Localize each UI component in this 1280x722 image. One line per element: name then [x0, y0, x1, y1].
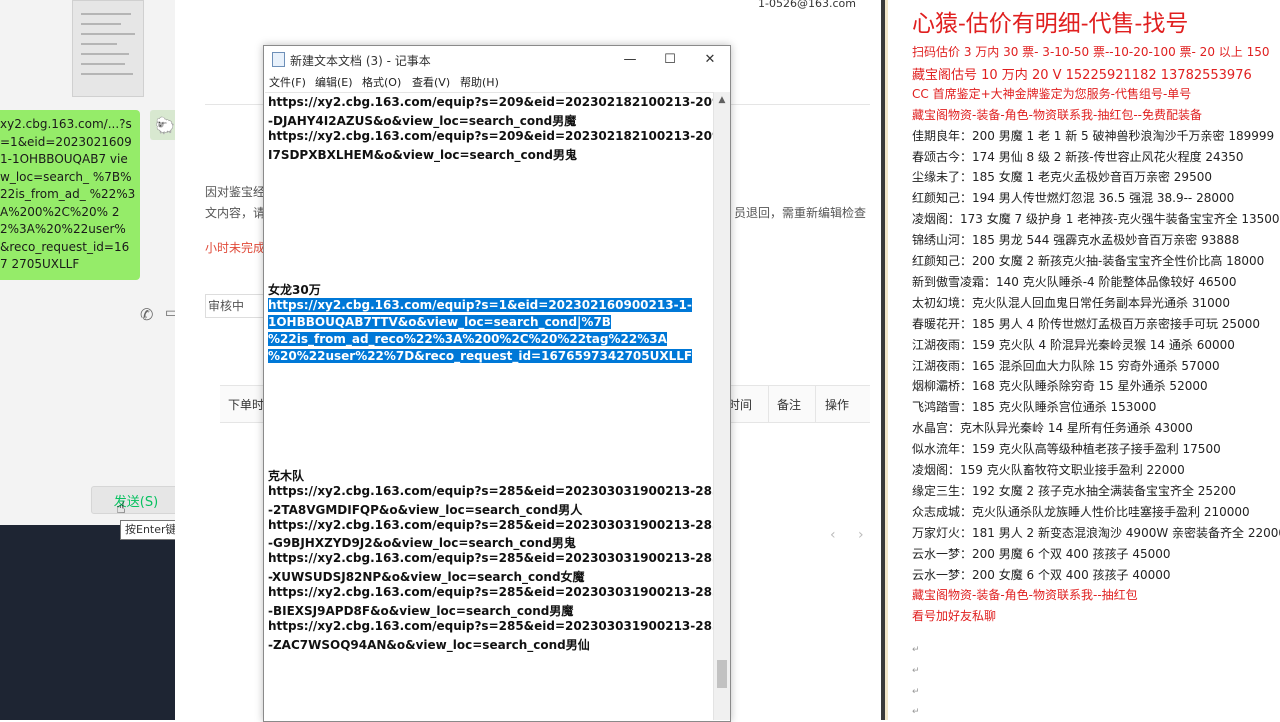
listing-line: CC 首席鉴定+大神金牌鉴定为您服务-代售组号-单号	[912, 86, 1192, 101]
column-header: 备注	[777, 398, 802, 412]
menu-view[interactable]: 查看(V)	[412, 74, 450, 90]
text-line: https://xy2.cbg.163.com/equip?s=209&eid=…	[268, 128, 713, 143]
chevron-right-icon[interactable]: ›	[858, 527, 864, 543]
text-line: https://xy2.cbg.163.com/equip?s=285&eid=…	[268, 551, 713, 566]
listing-line: 藏宝阁估号 10 万内 20 V 15225921182 13782553976	[912, 67, 1252, 83]
text-line: %22is_from_ad_reco%22%3A%200%2C%20%22tag…	[268, 331, 667, 346]
text-line: -G9BJHXZYD9J2&o&view_loc=search_cond男鬼	[268, 536, 576, 551]
phone-icon[interactable]: ✆	[140, 305, 160, 325]
listing-line: 江湖夜雨：165 混杀回血大力队除 15 穷奇外通杀 57000	[912, 358, 1220, 373]
warning-text: 小时未完成	[205, 241, 266, 255]
return-mark-icon: ↵	[912, 707, 920, 717]
listing-line: 藏宝阁物资-装备-角色-物资联系我--抽红包	[912, 588, 1138, 603]
text-line: -DJAHY4I2AZUS&o&view_loc=search_cond男魔	[268, 113, 577, 128]
column-header: 操作	[825, 398, 850, 412]
vertical-scrollbar[interactable]: ▲	[713, 92, 730, 720]
return-mark-icon: ↵	[912, 645, 920, 655]
notepad-app-icon	[272, 52, 285, 67]
menu-help[interactable]: 帮助(H)	[460, 74, 499, 90]
text-line: 克木队	[268, 468, 305, 483]
text-line: I7SDPXBXLHEM&o&view_loc=search_cond男鬼	[268, 147, 577, 162]
listing-line: 新到傲雪凌霜：140 克火队睡杀-4 阶能整体品像较好 46500	[912, 274, 1237, 289]
chat-message-text: xy2.cbg.163.com/...?s=1&eid=2023021609 1…	[0, 117, 136, 271]
listing-line: 万家灯火：181 男人 2 新变态混浪淘沙 4900W 亲密装备齐全 22000…	[912, 525, 1280, 540]
listing-line: 扫码估价 3 万内 30 票- 3-10-50 票--10-20-100 票- …	[912, 45, 1270, 59]
image-thumbnail[interactable]	[72, 0, 144, 97]
selected-text: %20%22user%22%7D&reco_request_id=1676597…	[268, 348, 693, 363]
title-bar[interactable]: 新建文本文档 (3) - 记事本 — ☐ ✕	[264, 46, 730, 73]
listing-line: 锦绣山河：185 男龙 544 强霹克水孟极妙音百万亲密 93888	[912, 233, 1240, 248]
listing-line: 凌烟阁：173 女魔 7 级护身 1 老神孩-克火强牛装备宝宝齐全 13500	[912, 212, 1280, 227]
selected-text: https://xy2.cbg.163.com/equip?s=1&eid=20…	[268, 297, 692, 312]
text-line: https://xy2.cbg.163.com/equip?s=209&eid=…	[268, 95, 713, 109]
listing-line: 佳期良年：200 男魔 1 老 1 新 5 破神兽秒浪淘沙千万亲密 189999	[912, 128, 1275, 143]
mouse-cursor-icon: ☝	[116, 498, 126, 517]
column-header: 下单时	[228, 398, 265, 412]
listing-line: 众志成城：克火队通杀队龙族睡人性价比哇塞接手盈利 210000	[912, 504, 1250, 519]
text-line: https://xy2.cbg.163.com/equip?s=285&eid=…	[268, 517, 713, 532]
text-line: 1OHBBOUQAB7TTV&o&view_loc=search_cond|%7…	[268, 314, 611, 329]
menu-file[interactable]: 文件(F)	[269, 74, 306, 90]
listing-line: 春暖花开：185 男人 4 阶传世燃灯孟极百万亲密接手可玩 25000	[912, 316, 1260, 331]
window-title: 新建文本文档 (3) - 记事本	[290, 54, 431, 68]
listing-line: 飞鸿踏雪：185 克火队睡杀宫位通杀 153000	[912, 400, 1157, 415]
chevron-left-icon[interactable]: ‹	[830, 527, 836, 543]
scroll-up-icon[interactable]: ▲	[714, 92, 730, 108]
listing-line: 水晶宫：克木队异光秦岭 14 星所有任务通杀 43000	[912, 421, 1193, 436]
return-mark-icon: ↵	[912, 666, 920, 676]
listing-line: 红颜知己：194 男人传世燃灯忽混 36.5 强混 38.9-- 28000	[912, 191, 1235, 206]
listing-panel[interactable]: 心猿-估价有明细-代售-找号 扫码估价 3 万内 30 票- 3-10-50 票…	[885, 0, 1280, 720]
menu-edit[interactable]: 编辑(E)	[315, 74, 353, 90]
listing-line: 云水一梦：200 女魔 6 个双 400 孩孩子 40000	[912, 567, 1171, 582]
send-button[interactable]: 发送(S)	[91, 486, 181, 514]
text-line: -BIEXSJ9APD8F&o&view_loc=search_cond男魔	[268, 604, 574, 618]
listing-line: 红颜知己：200 女魔 2 新孩克火抽-装备宝宝齐全性价比高 18000	[912, 254, 1265, 268]
text-editor[interactable]: https://xy2.cbg.163.com/equip?s=209&eid=…	[265, 92, 713, 721]
text-line: https://xy2.cbg.163.com/equip?s=285&eid=…	[268, 618, 713, 633]
panel-title: 心猿-估价有明细-代售-找号	[912, 11, 1189, 37]
notice-text: 文内容，请	[205, 206, 266, 220]
selected-text: 1OHBBOUQAB7TTV&o&view_loc=search_cond|%7…	[268, 314, 611, 329]
menu-bar: 文件(F) 编辑(E) 格式(O) 查看(V) 帮助(H)	[264, 73, 730, 92]
tab-reviewing[interactable]: 审核中	[205, 294, 264, 318]
listing-line: 江湖夜雨：159 克火队 4 阶混异光秦岭灵猴 14 通杀 60000	[912, 337, 1235, 352]
account-email: 1-0526@163.com	[758, 0, 856, 10]
text-line: -2TA8VGMDIFQP&o&view_loc=search_cond男人	[268, 502, 583, 517]
notice-text: 员退回，需重新编辑检查	[734, 206, 867, 220]
text-line: 女龙30万	[268, 282, 321, 297]
text-line: -XUWSUDSJ82NP&o&view_loc=search_cond女魔	[268, 570, 585, 585]
chat-sidebar-dark	[0, 525, 175, 720]
listing-line: 藏宝阁物资-装备-角色-物资联系我-抽红包--免费配装备	[912, 107, 1202, 122]
text-line: https://xy2.cbg.163.com/equip?s=285&eid=…	[268, 585, 713, 600]
return-mark-icon: ↵	[912, 687, 920, 697]
notice-text: 因对鉴宝经	[205, 185, 266, 199]
menu-format[interactable]: 格式(O)	[362, 74, 401, 90]
listing-line: 缘定三生：192 女魔 2 孩子克水抽全满装备宝宝齐全 25200	[912, 483, 1236, 498]
listing-line: 太初幻境：克火队混人回血鬼日常任务副本异光通杀 31000	[912, 295, 1230, 310]
text-line: -ZAC7WSOQ94AN&o&view_loc=search_cond男仙	[268, 637, 590, 652]
text-line: https://xy2.cbg.163.com/equip?s=1&eid=20…	[268, 297, 692, 312]
scrollbar-thumb[interactable]	[717, 660, 727, 688]
notepad-window[interactable]: 新建文本文档 (3) - 记事本 — ☐ ✕ 文件(F) 编辑(E) 格式(O)…	[263, 45, 731, 722]
chat-message-bubble[interactable]: xy2.cbg.163.com/...?s=1&eid=2023021609 1…	[0, 110, 140, 280]
listing-line: 云水一梦：200 男魔 6 个双 400 孩孩子 45000	[912, 546, 1171, 561]
selected-text: %22is_from_ad_reco%22%3A%200%2C%20%22tag…	[268, 331, 667, 346]
listing-line: 凌烟阁：159 克火队畜牧符文职业接手盈利 22000	[912, 463, 1185, 477]
listing-line: 尘缘未了：185 女魔 1 老克火孟极妙音百万亲密 29500	[912, 170, 1212, 185]
listing-line: 春颂古今：174 男仙 8 级 2 新孩-传世容止风花火程度 24350	[912, 149, 1244, 164]
listing-line: 看号加好友私聊	[912, 609, 997, 624]
listing-line: 似水流年：159 克火队高等级种植老孩子接手盈利 17500	[912, 442, 1221, 457]
maximize-button[interactable]: ☐	[650, 46, 690, 73]
close-button[interactable]: ✕	[690, 46, 730, 73]
column-header: 时间	[728, 398, 753, 412]
listing-line: 烟柳灞桥：168 克火队睡杀除穷奇 15 星外通杀 52000	[912, 379, 1208, 394]
minimize-button[interactable]: —	[610, 46, 650, 73]
text-line: %20%22user%22%7D&reco_request_id=1676597…	[268, 348, 693, 363]
text-line: https://xy2.cbg.163.com/equip?s=285&eid=…	[268, 483, 713, 498]
